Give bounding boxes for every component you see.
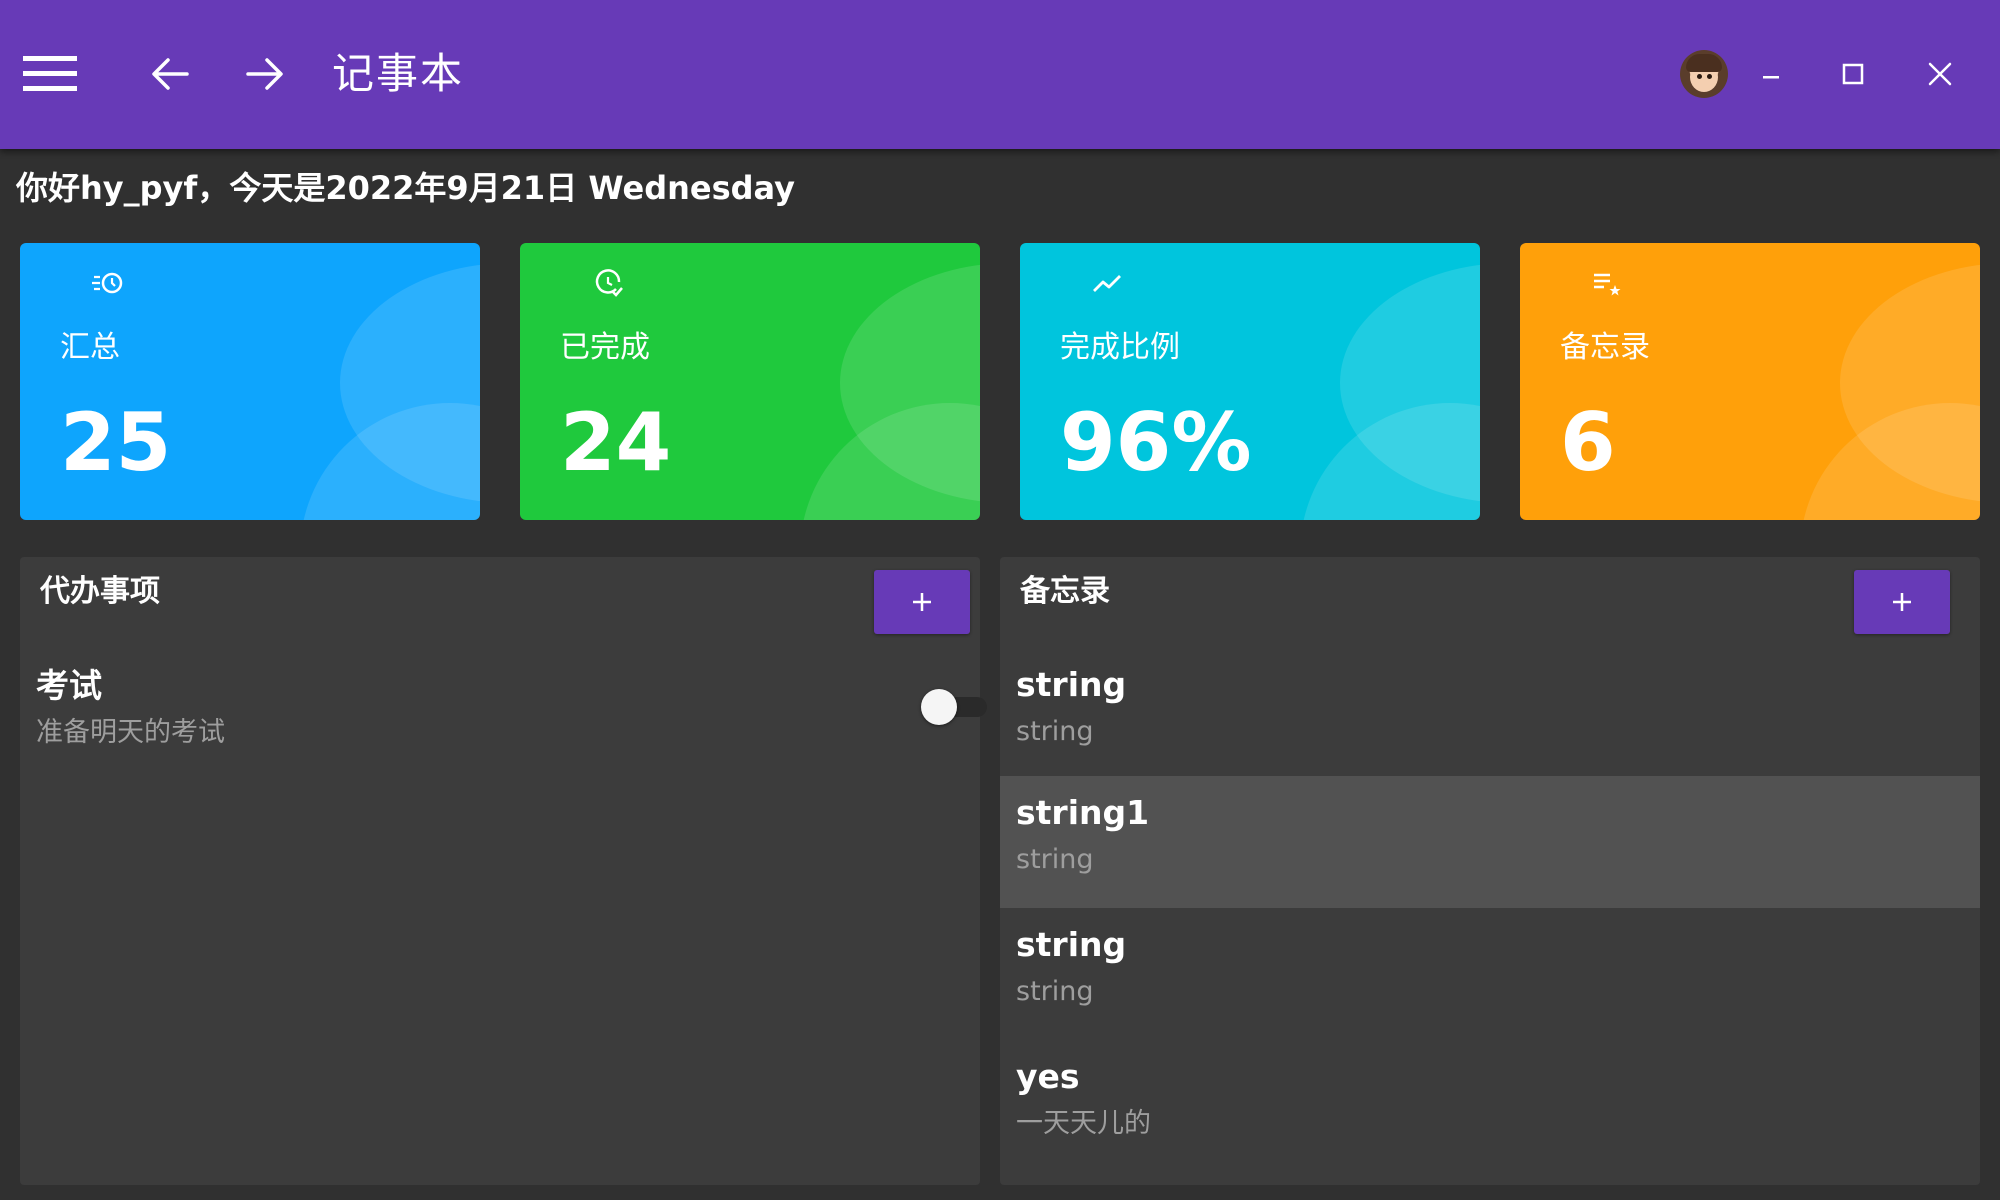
maximize-button[interactable] [1827,44,1879,104]
history-icon [92,272,123,294]
playlist-star-icon [1594,273,1621,296]
memo-item[interactable]: string string [1000,908,1980,1040]
minimize-button[interactable] [1745,44,1797,104]
toggle-knob [921,689,957,725]
maximize-icon [1842,63,1864,85]
card-decoration [1300,403,1480,520]
card-decoration [300,403,480,520]
avatar-eye [1697,74,1702,79]
stat-card-ratio[interactable]: 完成比例 96% [1020,243,1480,520]
stat-card-total[interactable]: 汇总 25 [20,243,480,520]
todo-done-toggle[interactable] [915,685,995,729]
close-icon [1928,62,1952,86]
stat-value: 6 [1560,396,1616,489]
stat-label: 完成比例 [1060,330,1180,365]
stat-value: 24 [560,396,672,489]
card-decoration [1800,403,1980,520]
todo-panel-title: 代办事项 [40,574,160,609]
avatar-hair [1686,54,1722,72]
stat-value: 25 [60,396,172,489]
memo-item-subtitle: 一天天儿的 [1016,1108,1151,1139]
user-avatar[interactable] [1680,50,1728,98]
memo-panel: 备忘录 string string string1 string string … [1000,557,1980,1185]
menu-icon [23,56,77,91]
memo-item-title: string [1016,925,1127,964]
plus-icon [1893,593,1911,611]
stat-label: 汇总 [60,330,120,365]
app-title: 记事本 [332,49,465,98]
todo-item-title: 考试 [36,666,102,705]
avatar-eye [1707,74,1712,79]
memo-item-title: string [1016,665,1127,704]
stat-value: 96% [1060,396,1252,489]
memo-item[interactable]: string string [1000,648,1980,780]
todo-panel: 代办事项 考试 准备明天的考试 [20,557,987,1185]
trend-icon [1093,275,1121,292]
arrow-right-icon [246,58,283,90]
memo-item-title: yes [1016,1057,1080,1096]
memo-item-title: string1 [1016,793,1150,832]
clock-check-icon [595,269,623,297]
add-memo-button[interactable] [1854,570,1950,634]
close-button[interactable] [1914,44,1966,104]
memo-panel-title: 备忘录 [1020,574,1110,609]
stat-card-completed[interactable]: 已完成 24 [520,243,980,520]
stat-label: 备忘录 [1560,330,1650,365]
arrow-left-icon [152,58,189,90]
memo-item[interactable]: string1 string [1000,776,1980,908]
forward-button[interactable] [235,44,295,104]
memo-item-subtitle: string [1016,716,1094,747]
minimize-icon [1763,76,1779,79]
back-button[interactable] [140,44,200,104]
stat-label: 已完成 [560,330,650,365]
card-decoration [800,403,980,520]
memo-item-subtitle: string [1016,976,1094,1007]
stat-card-memo[interactable]: 备忘录 6 [1520,243,1980,520]
todo-item[interactable]: 考试 准备明天的考试 [20,649,987,781]
add-todo-button[interactable] [874,570,970,634]
memo-item[interactable]: yes 一天天儿的 [1000,1040,1980,1172]
greeting-text: 你好hy_pyf，今天是2022年9月21日 Wednesday [16,169,796,207]
menu-button[interactable] [18,44,82,104]
memo-item-subtitle: string [1016,844,1094,875]
title-bar: 记事本 [0,0,2000,149]
todo-item-subtitle: 准备明天的考试 [36,717,225,748]
plus-icon [913,593,931,611]
